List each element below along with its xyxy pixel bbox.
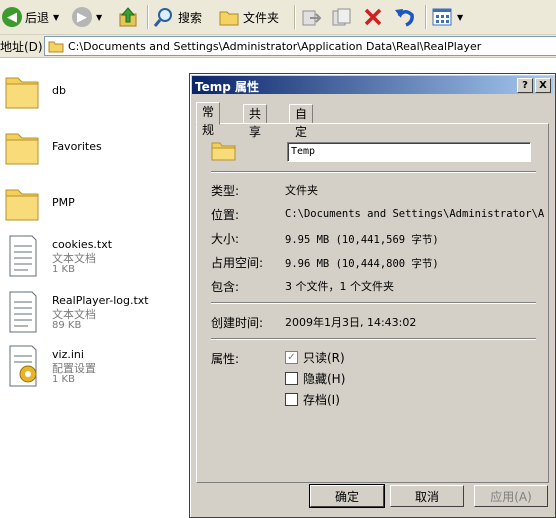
delete-x-icon xyxy=(364,8,382,26)
contains-value: 3 个文件，1 个文件夹 xyxy=(285,280,394,293)
list-item[interactable]: RealPlayer-log.txt 文本文档 89 KB xyxy=(4,290,184,338)
up-folder-icon xyxy=(119,7,137,27)
dialog-title: Temp 属性 xyxy=(195,80,260,94)
divider xyxy=(211,338,536,340)
properties-dialog: Temp 属性 ? X 常规 共享 自定义 Temp 类型: 文件夹 位置: C… xyxy=(189,73,556,518)
hidden-label: 隐藏(H) xyxy=(303,372,346,386)
move-to-icon xyxy=(302,10,322,26)
list-item[interactable]: db xyxy=(4,70,184,118)
tab-general[interactable]: 常规 xyxy=(196,102,221,137)
checkbox-box xyxy=(285,393,298,406)
file-name: db xyxy=(52,84,66,97)
list-item[interactable]: cookies.txt 文本文档 1 KB xyxy=(4,234,184,282)
address-path: C:\Documents and Settings\Administrator\… xyxy=(68,39,482,53)
undo-button[interactable] xyxy=(393,4,417,30)
toolbar: ◀ 后退 ▼ ▶ ▼ 搜索 文件夹 ▼ xyxy=(0,0,556,35)
folder-icon xyxy=(48,41,64,53)
forward-button[interactable]: ▶ ▼ xyxy=(72,4,102,30)
readonly-label: 只读(R) xyxy=(303,351,345,365)
forward-arrow-icon: ▶ xyxy=(72,7,92,27)
search-button[interactable]: 搜索 xyxy=(153,4,202,30)
checkbox-box xyxy=(285,372,298,385)
folders-button[interactable]: 文件夹 xyxy=(218,4,279,30)
undo-icon xyxy=(395,9,414,27)
up-folder-button[interactable] xyxy=(118,4,140,30)
text-document-icon xyxy=(9,235,37,277)
folder-icon xyxy=(5,133,39,165)
size-on-disk-label: 占用空间: xyxy=(211,256,264,270)
views-button[interactable]: ▼ xyxy=(431,4,463,30)
file-size: 1 KB xyxy=(52,374,75,385)
created-value: 2009年1月3日, 14:43:02 xyxy=(285,316,417,329)
folder-icon xyxy=(211,142,236,161)
file-size: 89 KB xyxy=(52,320,82,331)
back-label: 后退 xyxy=(25,10,50,25)
created-label: 创建时间: xyxy=(211,316,264,330)
search-icon xyxy=(153,8,172,27)
help-button[interactable]: ? xyxy=(517,78,533,93)
forward-dropdown-icon[interactable]: ▼ xyxy=(96,13,102,22)
size-on-disk-value: 9.96 MB (10,444,800 字节) xyxy=(285,258,439,270)
address-label: 地址(D) xyxy=(0,40,43,54)
list-item[interactable]: viz.ini 配置设置 1 KB xyxy=(4,344,184,392)
hidden-checkbox[interactable]: 隐藏(H) xyxy=(285,370,345,387)
archive-checkbox[interactable]: 存档(I) xyxy=(285,391,340,408)
location-label: 位置: xyxy=(211,208,240,222)
folders-label: 文件夹 xyxy=(243,10,280,25)
back-dropdown-icon[interactable]: ▼ xyxy=(53,13,59,22)
folder-icon xyxy=(5,77,39,109)
views-grid-icon xyxy=(432,8,452,26)
size-label: 大小: xyxy=(211,232,240,246)
tab-customize[interactable]: 自定义 xyxy=(289,104,314,157)
checkmark-icon: ✓ xyxy=(285,351,298,364)
folder-name-value: Temp xyxy=(291,146,316,157)
type-value: 文件夹 xyxy=(285,184,318,197)
dialog-titlebar[interactable]: Temp 属性 ? X xyxy=(192,76,553,94)
address-input[interactable]: C:\Documents and Settings\Administrator\… xyxy=(44,36,556,56)
copy-to-button[interactable] xyxy=(330,4,352,30)
text-document-icon xyxy=(9,291,37,333)
divider xyxy=(211,302,536,304)
contains-label: 包含: xyxy=(211,280,240,294)
folder-name-input[interactable]: Temp xyxy=(287,142,531,162)
back-button[interactable]: ◀ 后退 ▼ xyxy=(2,4,59,30)
list-item[interactable]: PMP xyxy=(4,182,184,230)
location-value: C:\Documents and Settings\Administrator\… xyxy=(285,208,545,220)
list-item[interactable]: Favorites xyxy=(4,126,184,174)
attributes-label: 属性: xyxy=(211,352,240,366)
delete-button[interactable] xyxy=(362,4,384,30)
move-to-button[interactable] xyxy=(300,4,322,30)
toolbar-separator xyxy=(147,5,149,29)
folder-icon xyxy=(5,189,39,221)
search-label: 搜索 xyxy=(178,10,203,25)
folders-icon xyxy=(219,11,239,26)
apply-button[interactable]: 应用(A) xyxy=(474,485,548,507)
file-name: PMP xyxy=(52,196,75,209)
general-panel: Temp 类型: 文件夹 位置: C:\Documents and Settin… xyxy=(196,123,549,483)
type-label: 类型: xyxy=(211,184,240,198)
ok-button[interactable]: 确定 xyxy=(309,484,385,508)
size-value: 9.95 MB (10,441,569 字节) xyxy=(285,234,439,246)
cancel-button[interactable]: 取消 xyxy=(390,485,464,507)
archive-label: 存档(I) xyxy=(303,393,340,407)
divider xyxy=(211,171,536,173)
toolbar-separator xyxy=(425,5,427,29)
copy-to-icon xyxy=(332,8,351,26)
file-size: 1 KB xyxy=(52,264,75,275)
views-dropdown-icon[interactable]: ▼ xyxy=(457,13,463,22)
toolbar-separator xyxy=(294,5,296,29)
readonly-checkbox[interactable]: ✓ 只读(R) xyxy=(285,349,345,366)
tab-sharing[interactable]: 共享 xyxy=(243,104,268,139)
close-button[interactable]: X xyxy=(535,78,551,93)
file-name: Favorites xyxy=(52,140,102,153)
back-arrow-icon: ◀ xyxy=(2,7,22,27)
config-settings-icon xyxy=(9,345,37,387)
address-bar: 地址(D) C:\Documents and Settings\Administ… xyxy=(0,35,556,58)
